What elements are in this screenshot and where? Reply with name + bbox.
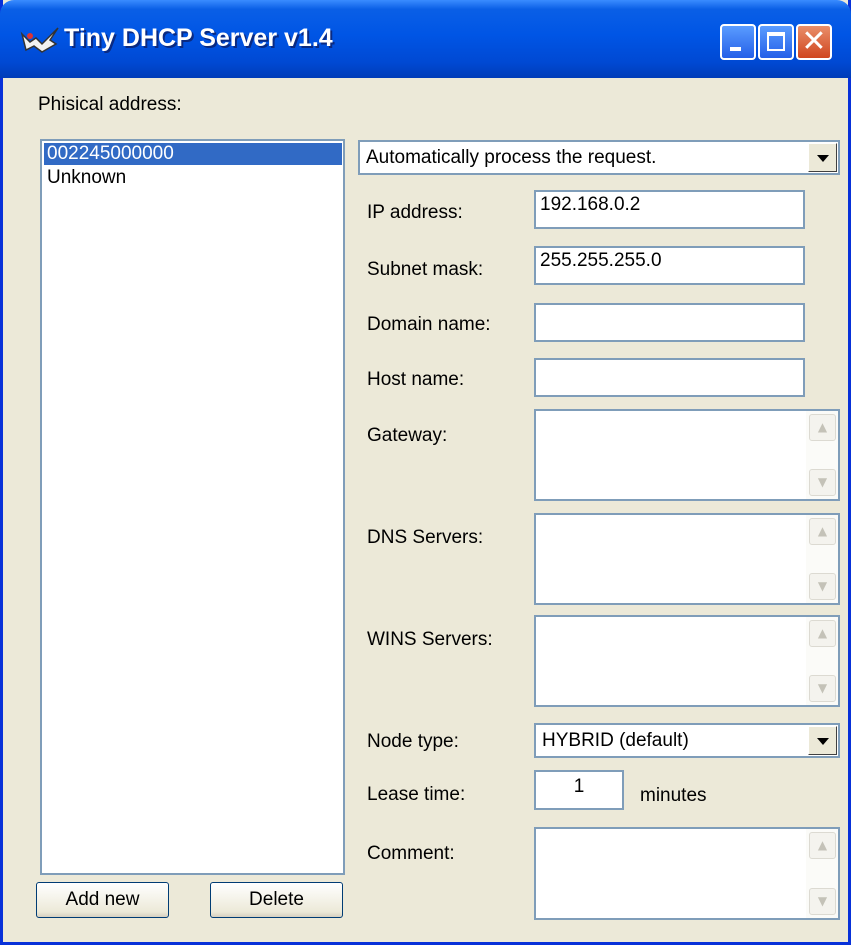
- dns-servers-field[interactable]: ▲ ▼: [534, 513, 840, 605]
- subnet-mask-value: 255.255.255.0: [540, 250, 662, 271]
- wins-servers-field[interactable]: ▲ ▼: [534, 615, 840, 707]
- dropdown-arrow-icon: [817, 155, 829, 162]
- scroll-down-icon[interactable]: ▼: [809, 675, 836, 702]
- scroll-up-icon[interactable]: ▲: [809, 832, 836, 859]
- ip-address-label: IP address:: [367, 202, 463, 223]
- title-bar[interactable]: Tiny DHCP Server v1.4 ✕: [0, 0, 851, 78]
- action-select-value: Automatically process the request.: [366, 147, 657, 168]
- host-name-field[interactable]: [534, 358, 805, 397]
- node-type-value: HYBRID (default): [542, 730, 689, 751]
- dropdown-arrow-icon: [817, 738, 829, 745]
- gateway-field[interactable]: ▲ ▼: [534, 409, 840, 501]
- scroll-down-icon[interactable]: ▼: [809, 573, 836, 600]
- list-item[interactable]: Unknown: [44, 167, 126, 189]
- lease-time-field[interactable]: 1: [534, 770, 624, 810]
- subnet-mask-label: Subnet mask:: [367, 259, 484, 280]
- scroll-down-icon[interactable]: ▼: [809, 469, 836, 496]
- maximize-button[interactable]: [758, 24, 794, 60]
- scroll-down-icon[interactable]: ▼: [809, 888, 836, 915]
- maximize-icon: [767, 32, 785, 51]
- add-new-button[interactable]: Add new: [36, 882, 169, 918]
- window-title: Tiny DHCP Server v1.4: [64, 24, 333, 52]
- node-type-select[interactable]: HYBRID (default): [534, 723, 840, 758]
- domain-name-field[interactable]: [534, 303, 805, 342]
- scroll-up-icon[interactable]: ▲: [809, 414, 836, 441]
- app-icon: [20, 27, 59, 53]
- scroll-up-icon[interactable]: ▲: [809, 620, 836, 647]
- delete-button[interactable]: Delete: [210, 882, 343, 918]
- list-item[interactable]: 002245000000: [44, 143, 342, 165]
- dns-servers-label: DNS Servers:: [367, 527, 484, 548]
- action-select[interactable]: Automatically process the request.: [358, 140, 840, 175]
- minimize-button[interactable]: [720, 24, 756, 60]
- gateway-label: Gateway:: [367, 425, 448, 446]
- comment-field[interactable]: ▲ ▼: [534, 827, 840, 920]
- scrollbar[interactable]: ▲ ▼: [806, 829, 838, 918]
- ip-address-field[interactable]: 192.168.0.2: [534, 190, 805, 229]
- node-type-label: Node type:: [367, 731, 459, 752]
- scroll-up-icon[interactable]: ▲: [809, 518, 836, 545]
- comment-label: Comment:: [367, 843, 455, 864]
- host-name-label: Host name:: [367, 369, 465, 390]
- subnet-mask-field[interactable]: 255.255.255.0: [534, 246, 805, 285]
- wins-servers-label: WINS Servers:: [367, 629, 493, 650]
- address-listbox[interactable]: 002245000000 Unknown: [40, 139, 345, 875]
- main-window: Tiny DHCP Server v1.4 ✕ Phisical address…: [0, 0, 851, 945]
- minimize-icon: [730, 47, 741, 51]
- lease-time-label: Lease time:: [367, 784, 466, 805]
- close-button[interactable]: ✕: [796, 24, 832, 60]
- lease-unit-label: minutes: [640, 785, 707, 806]
- domain-name-label: Domain name:: [367, 314, 491, 335]
- physical-address-label: Phisical address:: [38, 94, 182, 115]
- ip-address-value: 192.168.0.2: [540, 194, 641, 215]
- close-icon: ✕: [801, 24, 827, 59]
- dropdown-button[interactable]: [808, 726, 837, 755]
- scrollbar[interactable]: ▲ ▼: [806, 411, 838, 499]
- dropdown-button[interactable]: [808, 143, 837, 172]
- scrollbar[interactable]: ▲ ▼: [806, 617, 838, 705]
- scrollbar[interactable]: ▲ ▼: [806, 515, 838, 603]
